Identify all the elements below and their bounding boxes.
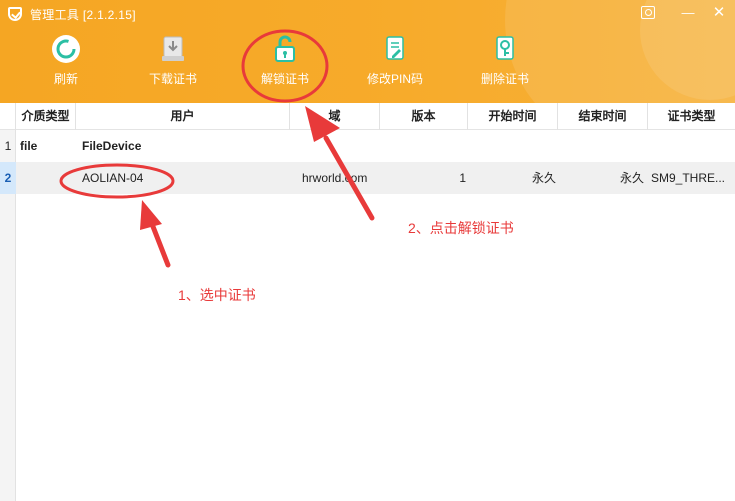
column-header-user[interactable]: 用户 bbox=[76, 103, 290, 130]
unlock-icon bbox=[275, 35, 295, 62]
row-number-column: 1 2 bbox=[0, 130, 16, 501]
refresh-label: 刷新 bbox=[53, 72, 78, 86]
start-time-cell: 永久 bbox=[531, 171, 556, 185]
download-cert-button[interactable]: 下载证书 bbox=[128, 34, 218, 94]
column-header-media-type[interactable]: 介质类型 bbox=[16, 103, 76, 130]
minimize-button[interactable]: — bbox=[674, 2, 702, 24]
version-cell: 1 bbox=[459, 171, 466, 185]
refresh-icon bbox=[52, 35, 80, 63]
modify-pin-button[interactable]: 修改PIN码 bbox=[350, 34, 440, 94]
table-row-certificate[interactable]: AOLIAN-04 hrworld.com 1 永久 永久 SM9_THRE..… bbox=[16, 162, 735, 194]
column-header-domain[interactable]: 域 bbox=[290, 103, 380, 130]
domain-cell: hrworld.com bbox=[302, 171, 368, 185]
app-shield-icon bbox=[8, 7, 22, 21]
row-number: 1 bbox=[4, 139, 12, 153]
unlock-cert-button[interactable]: 解锁证书 bbox=[240, 34, 330, 94]
download-cert-icon bbox=[162, 36, 184, 61]
row-number-selected[interactable]: 2 bbox=[0, 162, 16, 194]
title-bar[interactable]: 管理工具 [2.1.2.15] — ✕ bbox=[0, 0, 735, 28]
column-header-end-time[interactable]: 结束时间 bbox=[558, 103, 648, 130]
skin-icon bbox=[641, 6, 655, 19]
annotation-step2: 2、点击解锁证书 bbox=[408, 220, 514, 236]
column-header-start-time[interactable]: 开始时间 bbox=[468, 103, 558, 130]
end-time-cell: 永久 bbox=[619, 171, 644, 185]
user-cell: AOLIAN-04 bbox=[82, 171, 144, 185]
delete-cert-icon bbox=[496, 36, 514, 60]
annotation-step1: 1、选中证书 bbox=[178, 287, 256, 303]
unlock-cert-label: 解锁证书 bbox=[260, 72, 309, 86]
skin-button[interactable] bbox=[634, 2, 662, 24]
certificate-table: 介质类型 用户 域 版本 开始时间 结束时间 证书类型 1 2 file Fil… bbox=[0, 103, 735, 501]
close-button[interactable]: ✕ bbox=[705, 2, 733, 24]
refresh-button[interactable]: 刷新 bbox=[21, 34, 111, 94]
modify-pin-label: 修改PIN码 bbox=[366, 72, 423, 86]
media-type-cell: file bbox=[20, 139, 38, 153]
table-row-device-group[interactable]: file FileDevice bbox=[16, 130, 735, 162]
download-cert-label: 下载证书 bbox=[148, 72, 197, 86]
title-and-toolbar-band: 管理工具 [2.1.2.15] — ✕ 刷新 下载证书 解锁证书 修改PIN码 … bbox=[0, 0, 735, 103]
window-title: 管理工具 [2.1.2.15] bbox=[30, 8, 136, 22]
user-cell: FileDevice bbox=[82, 139, 142, 153]
column-header-version[interactable]: 版本 bbox=[380, 103, 468, 130]
table-header: 介质类型 用户 域 版本 开始时间 结束时间 证书类型 bbox=[0, 103, 735, 130]
column-header-cert-type[interactable]: 证书类型 bbox=[648, 103, 735, 130]
delete-cert-label: 删除证书 bbox=[480, 72, 529, 86]
delete-cert-button[interactable]: 删除证书 bbox=[460, 34, 550, 94]
cert-type-cell: SM9_THRE... bbox=[651, 171, 726, 185]
corner-cell bbox=[0, 103, 16, 130]
edit-pin-icon bbox=[386, 36, 404, 60]
